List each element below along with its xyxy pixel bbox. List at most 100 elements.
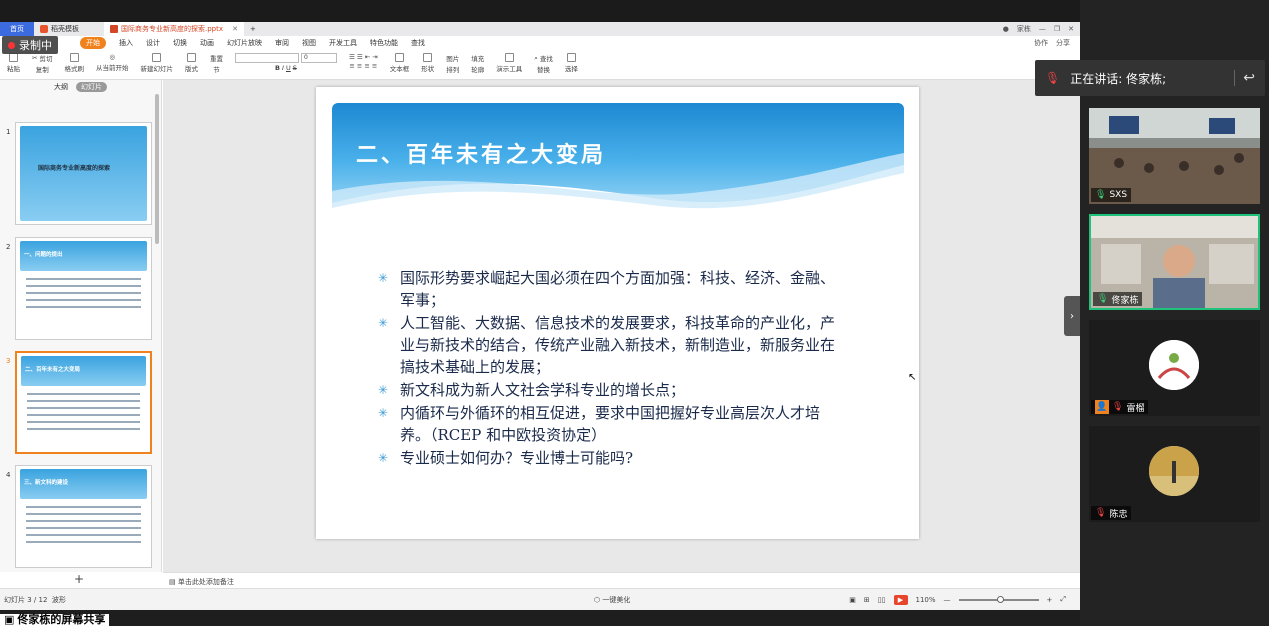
new-slide-button[interactable]: 新建幻灯片 <box>137 53 176 73</box>
collapse-sidebar-button[interactable]: › <box>1064 296 1080 336</box>
menu-search[interactable]: 查找 <box>411 38 425 48</box>
zoom-knob[interactable] <box>996 595 1004 603</box>
italic-icon[interactable]: I <box>282 64 284 72</box>
select-icon <box>566 53 576 62</box>
reply-arrow-icon[interactable]: ↩ <box>1234 70 1255 86</box>
mic-icon: 🎙 <box>1097 294 1109 304</box>
close-tab-icon[interactable]: ✕ <box>232 25 238 33</box>
menu-slideshow[interactable]: 幻灯片放映 <box>227 38 262 48</box>
bullet-text: 人工智能、大数据、信息技术的发展要求，科技革命的产业化，产业与新技术的结合，传统… <box>400 314 836 376</box>
list-icons[interactable]: ☰ ☰ ⇤ ⇥ <box>349 53 378 61</box>
participant-tile[interactable]: 🎙 陈忠 <box>1089 426 1260 522</box>
play-slideshow-icon[interactable]: ▶ <box>893 594 908 605</box>
bold-icon[interactable]: B <box>275 64 280 72</box>
wps-icon <box>40 25 48 33</box>
menu-view[interactable]: 视图 <box>302 38 316 48</box>
fill-outline-group: 填充 轮廓 <box>468 53 487 74</box>
slide-thumbnail-4[interactable]: 三、新文科的建设 <box>15 465 152 568</box>
minimize-icon[interactable]: — <box>1039 25 1046 33</box>
menu-transition[interactable]: 切换 <box>173 38 187 48</box>
grid-view-icon[interactable]: ⊞ <box>864 596 870 604</box>
notes-pane[interactable]: ▤ 单击此处添加备注 <box>163 572 1080 588</box>
zoom-level[interactable]: 110% <box>916 596 936 604</box>
paste-group[interactable]: 粘贴 <box>4 53 23 73</box>
font-family-select[interactable] <box>234 53 299 63</box>
restore-icon[interactable]: ❐ <box>1054 25 1060 33</box>
replace-button[interactable]: 替换 <box>537 64 550 74</box>
bullet-item: ✳ 新文科成为新人文社会学科专业的增长点； <box>378 379 848 401</box>
recording-indicator[interactable]: 录制中 <box>2 36 58 54</box>
new-tab-button[interactable]: + <box>244 22 262 36</box>
textbox-icon <box>394 53 404 62</box>
close-icon[interactable]: ✕ <box>1068 25 1074 33</box>
slide-thumbnail-2[interactable]: 一、问题的提出 <box>15 237 152 340</box>
reset-button[interactable]: 重置 <box>210 53 223 63</box>
shape-button[interactable]: 形状 <box>418 53 437 73</box>
textbox-button[interactable]: 文本框 <box>387 53 413 73</box>
strike-icon[interactable]: S <box>293 64 297 72</box>
avatar-image <box>1149 446 1199 496</box>
participant-name: 陈忠 <box>1109 509 1128 520</box>
tab-outline[interactable]: 大纲 <box>54 82 68 92</box>
user-name: 家栋 <box>1016 25 1031 33</box>
align-icons[interactable]: ≡ ≡ ≡ ≡ <box>349 62 377 70</box>
arrange-button[interactable]: 排列 <box>446 64 459 74</box>
section-button[interactable]: 节 <box>213 64 220 74</box>
user-avatar-icon[interactable]: ● <box>1003 25 1009 33</box>
cut-button[interactable]: ✂ 剪切 <box>32 53 52 63</box>
add-slide-button[interactable]: + <box>74 572 84 586</box>
tab-home[interactable]: 首页 <box>0 22 34 36</box>
thumb-banner <box>20 126 147 221</box>
format-painter-button[interactable]: 格式刷 <box>61 53 87 73</box>
slide-thumbnail-1[interactable]: 国际商务专业新高度的探索 <box>15 122 152 225</box>
menu-insert[interactable]: 插入 <box>119 38 133 48</box>
font-size-select[interactable]: 0 <box>300 53 337 63</box>
ribbon: 粘贴 ✂ 剪切 复制 格式刷 ◎ 从当前开始 新建幻灯片 版式 重置 节 0 B I… <box>0 50 1080 80</box>
zoom-in-icon[interactable]: + <box>1047 596 1053 604</box>
beautify-button[interactable]: ⬡ 一键美化 <box>594 595 630 605</box>
picture-button[interactable]: 图片 <box>446 53 459 63</box>
present-tools-button[interactable]: 演示工具 <box>493 53 525 73</box>
current-slide[interactable]: 二、百年未有之大变局 ✳ 国际形势要求崛起大国必须在四个方面加强：科技、经济、金融… <box>316 87 919 539</box>
status-bar: 幻灯片 3 / 12 波形 ⬡ 一键美化 ▣ ⊞ ▯▯ ▶ 110% — + ⤢ <box>0 588 1080 610</box>
from-current-button[interactable]: ◎ 从当前开始 <box>93 53 132 72</box>
fill-button[interactable]: 填充 <box>471 53 484 63</box>
shape-icon <box>423 53 433 62</box>
thumbnail-scrollbar[interactable] <box>155 94 159 244</box>
menu-developer[interactable]: 开发工具 <box>329 38 357 48</box>
participant-tile[interactable]: 👤 🎙 雷榴 <box>1089 320 1260 416</box>
bullet-text: 国际形势要求崛起大国必须在四个方面加强：科技、经济、金融、军事； <box>400 269 836 309</box>
reading-view-icon[interactable]: ▯▯ <box>878 596 886 604</box>
replace-label: 替换 <box>537 66 551 74</box>
find-button[interactable]: ⌕ 查找 <box>534 53 553 64</box>
menu-right: 协作 分享 <box>1034 38 1070 48</box>
normal-view-icon[interactable]: ▣ <box>849 596 856 604</box>
participant-tile[interactable]: 🎙 SXS <box>1089 108 1260 204</box>
textbox-label: 文本框 <box>389 65 410 73</box>
share-button[interactable]: 分享 <box>1056 38 1070 48</box>
tab-slides[interactable]: 幻灯片 <box>76 82 107 92</box>
slide-thumbnail-3[interactable]: 二、百年未有之大变局 <box>15 351 152 454</box>
menu-review[interactable]: 审阅 <box>275 38 289 48</box>
collaborate-button[interactable]: 协作 <box>1034 38 1048 48</box>
zoom-slider[interactable] <box>958 595 1039 603</box>
zoom-out-icon[interactable]: — <box>944 596 951 604</box>
underline-icon[interactable]: U <box>286 64 291 72</box>
tab-templates[interactable]: 稻壳模板 <box>34 22 104 36</box>
layout-label: 版式 <box>184 65 198 73</box>
menu-design[interactable]: 设计 <box>146 38 160 48</box>
layout-button[interactable]: 版式 <box>182 53 201 73</box>
menu-start[interactable]: 开始 <box>80 37 106 49</box>
copy-button[interactable]: 复制 <box>36 64 49 74</box>
avatar-image <box>1149 340 1199 390</box>
participant-tile-active[interactable]: 🎙 佟家栋 <box>1089 214 1260 310</box>
menu-animation[interactable]: 动画 <box>200 38 214 48</box>
star-bullet-icon: ✳ <box>378 451 389 465</box>
bullet-text: 新文科成为新人文社会学科专业的增长点； <box>400 381 686 399</box>
select-button[interactable]: 选择 <box>562 53 581 73</box>
fit-window-icon[interactable]: ⤢ <box>1060 595 1066 604</box>
outline-button[interactable]: 轮廓 <box>471 64 484 74</box>
menu-special[interactable]: 特色功能 <box>370 38 398 48</box>
tab-document[interactable]: 国际商务专业新高度的探索.pptx ✕ <box>104 22 244 36</box>
screen-share-icon: ▣ <box>4 613 15 626</box>
